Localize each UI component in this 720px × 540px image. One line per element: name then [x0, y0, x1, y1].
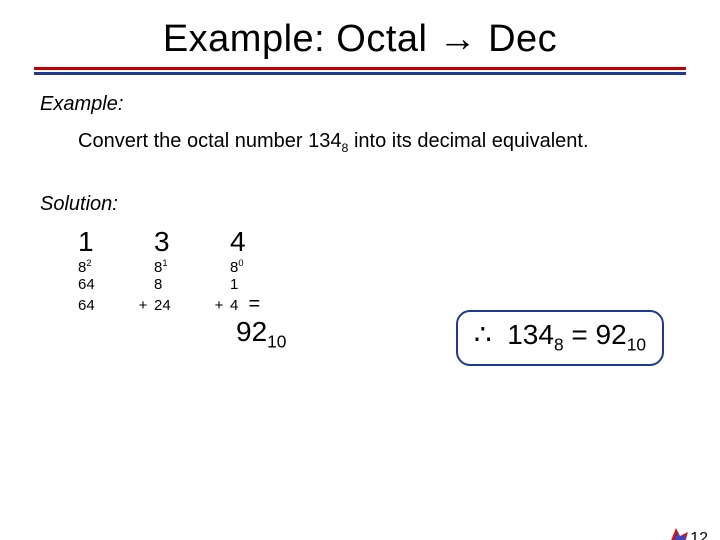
- power-1: 81: [154, 258, 208, 276]
- therefore-symbol: ∴: [474, 319, 492, 350]
- rule-navy: [34, 72, 686, 75]
- power-0: 82: [78, 258, 132, 276]
- result-box: ∴ 1348 = 9210: [456, 310, 664, 366]
- problem-prompt: Convert the octal number 1348 into its d…: [78, 130, 720, 155]
- op-1: +: [208, 293, 230, 353]
- power-2: 80: [230, 258, 286, 276]
- sum-result: 9210: [236, 316, 286, 353]
- solution-label: Solution:: [40, 193, 720, 216]
- placeval-1: 8: [154, 276, 208, 293]
- arrow-icon: [666, 526, 690, 540]
- digit-0: 1: [78, 226, 132, 258]
- prompt-pre: Convert the octal number 134: [78, 130, 342, 152]
- prompt-post: into its decimal equivalent.: [348, 130, 588, 152]
- example-label: Example:: [40, 93, 720, 116]
- placeval-0: 64: [78, 276, 132, 293]
- digit-1: 3: [154, 226, 208, 258]
- op-0: +: [132, 293, 154, 353]
- digit-2: 4: [230, 226, 286, 258]
- placeval-2: 1: [230, 276, 286, 293]
- row-digits: 1 3 4: [78, 226, 286, 258]
- slide-title: Example: Octal → Dec: [0, 18, 720, 61]
- title-rule: [34, 67, 686, 75]
- row-sum: 64 + 24 + 4 = 9210: [78, 293, 286, 353]
- page-number: 12: [690, 530, 708, 540]
- equals-sign: =: [243, 293, 267, 315]
- row-place-values: 64 8 1: [78, 276, 286, 293]
- product-1: 24: [154, 293, 208, 353]
- row-powers: 82 81 80: [78, 258, 286, 276]
- slide: Example: Octal → Dec Example: Convert th…: [0, 18, 720, 540]
- result-eq: =: [564, 319, 596, 350]
- result-rhs: 9210: [596, 319, 646, 350]
- work-table: 1 3 4 82 81 80 64 8 1 64 + 24 + 4: [78, 226, 286, 353]
- rule-red: [34, 67, 686, 70]
- result-lhs: 1348: [507, 319, 563, 350]
- product-0: 64: [78, 293, 132, 353]
- product-2: 4 = 9210: [230, 293, 286, 353]
